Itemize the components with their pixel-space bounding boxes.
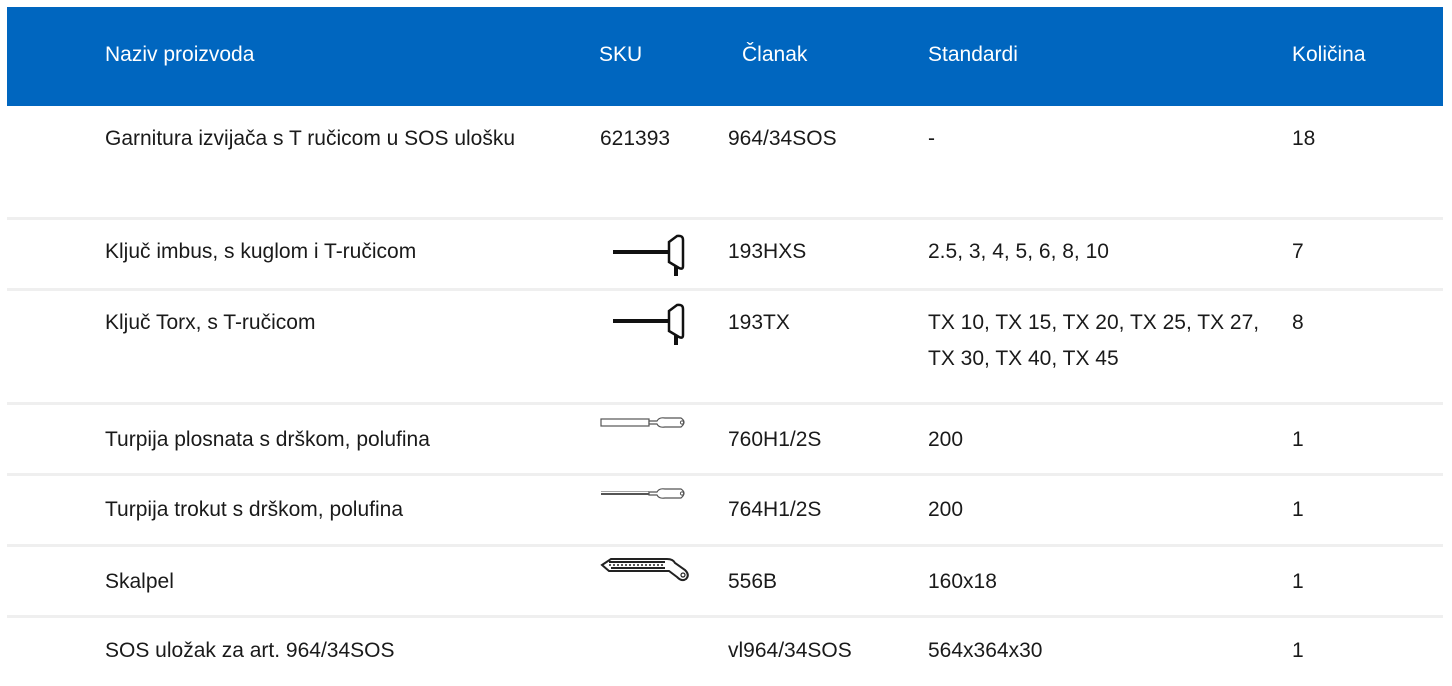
- table-row: Turpija plosnata s drškom, polufina 760H…: [7, 405, 1443, 476]
- t-handle-torx-key-icon: [613, 303, 685, 345]
- product-quantity: 1: [1292, 570, 1304, 593]
- product-standards: TX 10, TX 15, TX 20, TX 25, TX 27, TX 30…: [928, 311, 1260, 370]
- product-name: Turpija trokut s drškom, polufina: [105, 498, 404, 521]
- product-quantity: 1: [1292, 428, 1304, 451]
- product-quantity: 8: [1292, 311, 1304, 334]
- product-quantity: 18: [1292, 127, 1316, 150]
- product-sku: 621393: [600, 127, 671, 150]
- product-name: SOS uložak za art. 964/34SOS: [105, 639, 395, 662]
- table-row: SOS uložak za art. 964/34SOS vl964/34SOS…: [7, 618, 1443, 686]
- product-article: 556B: [728, 570, 778, 593]
- table-row: Ključ Torx, s T-ručicom 193TX TX 10, TX …: [7, 291, 1443, 405]
- product-standards: 160x18: [928, 570, 997, 593]
- product-standards: 200: [928, 428, 964, 451]
- table-row: Turpija trokut s drškom, polufina 764H1/…: [7, 476, 1443, 547]
- table-row: Garnitura izvijača s T ručicom u SOS ulo…: [7, 106, 1443, 220]
- header-sku: SKU: [599, 43, 643, 66]
- table-header: Naziv proizvoda SKU Članak Standardi Kol…: [7, 7, 1443, 106]
- product-article: 760H1/2S: [728, 428, 822, 451]
- product-standards: 200: [928, 498, 964, 521]
- product-name: Ključ Torx, s T-ručicom: [105, 311, 316, 334]
- product-name: Skalpel: [105, 570, 174, 593]
- triangular-file-icon: [601, 488, 685, 499]
- product-standards: -: [928, 127, 935, 150]
- flat-file-icon: [600, 417, 685, 428]
- product-article: 764H1/2S: [728, 498, 822, 521]
- product-table: Naziv proizvoda SKU Članak Standardi Kol…: [7, 7, 1443, 686]
- product-quantity: 7: [1292, 240, 1304, 263]
- product-article: vl964/34SOS: [728, 639, 852, 662]
- product-name: Garnitura izvijača s T ručicom u SOS ulo…: [105, 127, 516, 150]
- table-row: Skalpel 556B 160x18 1: [7, 547, 1443, 618]
- product-name: Ključ imbus, s kuglom i T-ručicom: [105, 240, 417, 263]
- utility-knife-icon: [600, 558, 689, 582]
- header-standards: Standardi: [928, 43, 1018, 66]
- product-standards: 564x364x30: [928, 639, 1043, 662]
- product-standards: 2.5, 3, 4, 5, 6, 8, 10: [928, 240, 1109, 263]
- header-name: Naziv proizvoda: [105, 43, 255, 66]
- t-handle-hex-key-icon: [613, 234, 685, 276]
- header-quantity: Količina: [1292, 43, 1366, 66]
- product-article: 964/34SOS: [728, 127, 837, 150]
- product-article: 193TX: [728, 311, 790, 334]
- product-article: 193HXS: [728, 240, 807, 263]
- header-article: Članak: [742, 43, 808, 66]
- product-name: Turpija plosnata s drškom, polufina: [105, 428, 430, 451]
- product-quantity: 1: [1292, 498, 1304, 521]
- product-quantity: 1: [1292, 639, 1304, 662]
- table-row: Ključ imbus, s kuglom i T-ručicom 193HXS…: [7, 220, 1443, 291]
